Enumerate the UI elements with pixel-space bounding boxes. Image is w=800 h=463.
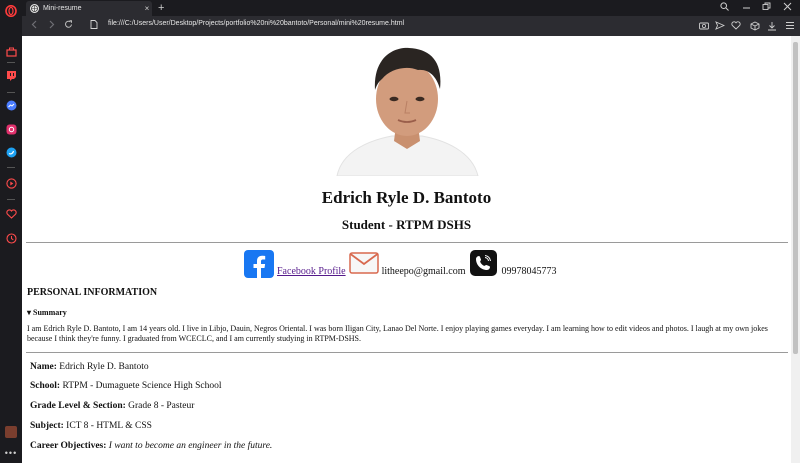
more-icon[interactable]: ••• — [4, 446, 18, 460]
info-label: Name: — [30, 362, 57, 372]
workspace-icon[interactable] — [4, 45, 18, 59]
messenger-icon[interactable] — [4, 98, 18, 112]
twitch-icon[interactable] — [4, 68, 18, 82]
vertical-scrollbar[interactable] — [791, 36, 800, 463]
forward-icon[interactable] — [47, 19, 56, 33]
twitter-icon[interactable] — [4, 145, 18, 159]
reload-icon[interactable] — [64, 19, 73, 33]
role-subheading: Student - RTPM DSHS — [341, 217, 472, 232]
tab-strip: Mini-resume × + — [22, 0, 800, 16]
info-label: Grade Level & Section: — [30, 401, 126, 411]
globe-icon — [30, 4, 39, 13]
search-icon[interactable] — [720, 2, 729, 13]
full-name-heading: Edrich Ryle D. Bantoto — [321, 188, 492, 207]
facebook-icon[interactable] — [244, 250, 274, 278]
info-label: Career Objectives: — [30, 441, 107, 451]
back-icon[interactable] — [30, 19, 39, 33]
close-window-icon[interactable] — [783, 2, 792, 13]
info-value: RTPM - Dumaguete Science High School — [62, 381, 222, 391]
menu-icon[interactable] — [784, 20, 795, 31]
close-tab-icon[interactable]: × — [142, 4, 152, 13]
info-label: School: — [30, 381, 61, 391]
address-url[interactable]: file:///C:/Users/User/Desktop/Projects/p… — [108, 20, 404, 27]
phone-icon — [469, 250, 497, 276]
personal-information-heading: PERSONAL INFORMATION — [27, 287, 158, 298]
tab-title: Mini-resume — [43, 5, 82, 12]
extension-icon[interactable] — [4, 425, 18, 439]
email-icon — [348, 252, 379, 274]
bookmark-heart-icon[interactable] — [730, 20, 741, 31]
tab-mini-resume[interactable]: Mini-resume × — [26, 1, 152, 16]
info-school: School: RTPM - Dumaguete Science High Sc… — [30, 381, 222, 391]
download-icon[interactable] — [766, 20, 777, 31]
summary-toggle[interactable]: ▾ Summary — [27, 308, 67, 317]
scrollbar-thumb[interactable] — [793, 42, 798, 354]
facebook-profile-link[interactable]: Facebook Profile — [277, 266, 346, 277]
divider — [26, 352, 788, 353]
info-value: Edrich Ryle D. Bantoto — [59, 362, 149, 372]
info-name: Name: Edrich Ryle D. Bantoto — [30, 362, 149, 372]
address-toolbar: file:///C:/Users/User/Desktop/Projects/p… — [22, 16, 800, 36]
file-icon — [90, 19, 98, 33]
info-label: Subject: — [30, 421, 64, 431]
restore-icon[interactable] — [762, 2, 771, 13]
summary-text: I am Edrich Ryle D. Bantoto, I am 14 yea… — [27, 324, 768, 343]
history-icon[interactable] — [4, 231, 18, 245]
send-icon[interactable] — [714, 20, 725, 31]
camera-icon[interactable] — [698, 20, 709, 31]
cube-icon[interactable] — [749, 20, 760, 31]
phone-number: 09978045773 — [501, 266, 557, 277]
info-value: Grade 8 - Pasteur — [128, 401, 195, 411]
resume-page: Edrich Ryle D. Bantoto Student - RTPM DS… — [22, 36, 791, 463]
info-value: I want to become an engineer in the futu… — [108, 441, 273, 451]
instagram-icon[interactable] — [4, 122, 18, 136]
info-grade-section: Grade Level & Section: Grade 8 - Pasteur — [30, 401, 194, 411]
contact-row: Facebook Profile litheepo@gmail.com 0997… — [244, 248, 561, 278]
info-career-objectives: Career Objectives: I want to become an e… — [30, 441, 272, 451]
divider — [26, 242, 788, 243]
page-viewport: Edrich Ryle D. Bantoto Student - RTPM DS… — [22, 36, 800, 463]
heart-icon[interactable] — [4, 207, 18, 221]
info-value: ICT 8 - HTML & CSS — [66, 421, 152, 431]
player-icon[interactable] — [4, 176, 18, 190]
info-subject: Subject: ICT 8 - HTML & CSS — [30, 421, 152, 431]
opera-logo-icon[interactable] — [4, 4, 18, 18]
opera-sidebar: ••• — [0, 0, 22, 463]
minimize-icon[interactable] — [742, 2, 751, 13]
new-tab-button[interactable]: + — [158, 1, 164, 15]
email-address: litheepo@gmail.com — [381, 266, 466, 277]
profile-photo — [332, 43, 482, 176]
